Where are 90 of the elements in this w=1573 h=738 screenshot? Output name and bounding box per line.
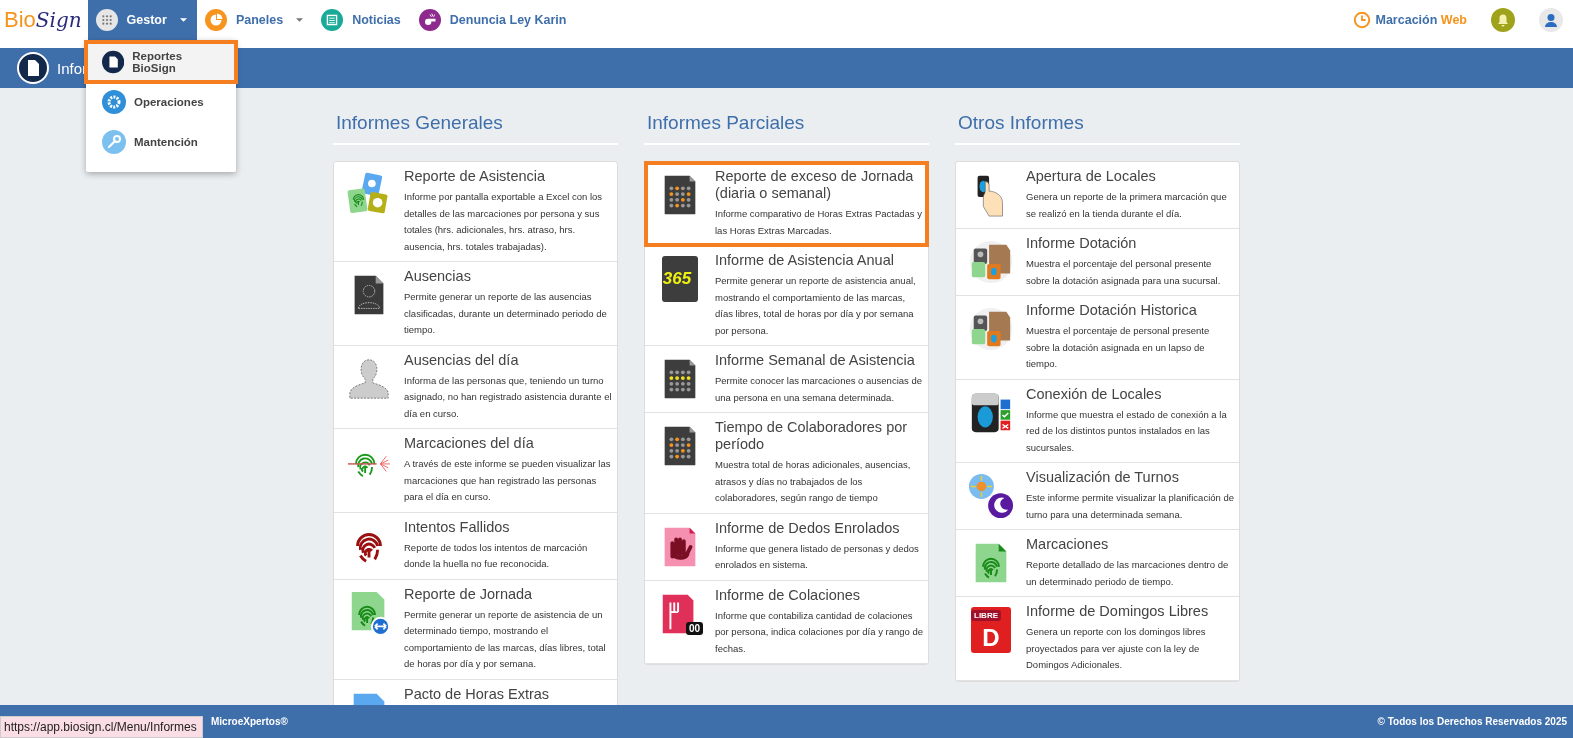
gear-icon — [102, 90, 126, 114]
report-title: Reporte de Jornada — [404, 585, 534, 603]
document-icon — [102, 50, 125, 74]
report-item[interactable]: Informe de Dedos Enrolados Informe que genera listado de personas y dedos enrolados en sistema. — [645, 513, 928, 581]
report-title: Ausencias — [404, 268, 472, 285]
report-title: Intentos Fallidos — [404, 518, 511, 536]
nav-item[interactable]: Noticias — [313, 0, 411, 40]
document-icon — [17, 52, 49, 84]
menu-item[interactable]: Reportes BioSign — [86, 42, 236, 82]
report-title: Tiempo de Colaboradores por período — [715, 419, 909, 453]
report-title: Informe de Dedos Enrolados — [715, 519, 901, 537]
report-item[interactable]: Ausencias del día Informa de las personas que, teniendo un turno asignado, no han registrado asistencia durante el día en curso. — [334, 345, 617, 429]
biosign-logo[interactable]: BioSign — [0, 0, 88, 40]
report-item[interactable]: Marcaciones Reporte detallado de las marcaciones dentro de un determinado periodo de tiempo. — [956, 530, 1239, 597]
report-item[interactable]: Ausencias Permite generar un reporte de las ausencias clasificadas, durante un determinado periodo de tiempo. — [334, 262, 617, 346]
report-description: Muestra total de horas adicionales, ausencias, atrasos y días no trabajados de los colaboradores, según rango de tiempo — [715, 458, 912, 505]
report-item[interactable]: Intentos Fallidos Reporte de todos los intentos de marcación donde la huella no fue reconocida. — [334, 512, 617, 580]
marcacion-web-link[interactable]: Marcación Web — [1352, 0, 1467, 40]
report-title: Marcaciones — [1026, 536, 1110, 553]
user-avatar-icon[interactable] — [1539, 8, 1563, 32]
report-item[interactable]: Tiempo de Colaboradores por período Muestra total de horas adicionales, ausencias, atrasos y días no trabajados de los colaboradores, según rango de tiempo — [645, 413, 928, 514]
wrench-icon — [102, 130, 126, 154]
nav-item[interactable]: Gestor — [87, 0, 197, 40]
report-description: Genera un reporte con los domingos libres proyectados para ver ajuste con la ley de Domingos Adicionales. — [1026, 625, 1207, 672]
report-item[interactable]: Conexión de Locales Informe que muestra el estado de conexión a la red de los distintos puntos instalados en las sucursales. — [956, 379, 1239, 463]
report-description: Informe que contabiliza cantidad de colaciones por persona, indica colaciones por día y rango de fechas. — [715, 608, 924, 656]
report-title: Informe Dotación — [1026, 235, 1138, 252]
report-description: Permite generar un reporte de las ausencias clasificadas, durante un determinado periodo de tiempo. — [404, 290, 608, 337]
report-title: Visualización de Turnos — [1026, 469, 1180, 486]
sun-moon-icon — [968, 473, 1014, 519]
report-title: Apertura de Locales — [1026, 168, 1157, 185]
page-title: Infor — [57, 59, 87, 77]
report-title: Ausencias del día — [404, 351, 520, 369]
report-title: Conexión de Locales — [1026, 385, 1163, 403]
report-title: Informe de Asistencia Anual — [715, 252, 895, 269]
report-description: Informe que muestra el estado de conexión a la red de los distintos puntos instalados en las sucursales. — [1026, 407, 1228, 455]
boxes-icon — [968, 306, 1014, 352]
report-item[interactable]: Informe Semanal de Asistencia Permite conocer las marcaciones o ausencias de una persona en una semana determinada. — [645, 346, 928, 413]
footer-copyright: © Todos los Derechos Reservados 2025 — [1377, 716, 1567, 727]
report-title: Informe Semanal de Asistencia — [715, 352, 916, 369]
report-title: Informe Dotación Historica — [1026, 302, 1198, 319]
report-title: Informe de Colaciones — [715, 586, 862, 604]
report-description: Reporte de todos los intentos de marcación donde la huella no fue reconocida. — [404, 540, 589, 571]
report-description: Informa de las personas que, teniendo un turno asignado, no han registrado asistencia durante el día en curso. — [404, 373, 613, 421]
section-heading: Otros Informes — [955, 110, 1240, 145]
report-description: Permite generar un reporte de asistencia anual, mostrando el comportamiento de las marcas, días libres, total de horas por día y por semana por persona. — [715, 274, 917, 338]
calendar-document-icon: LIBRE D — [971, 607, 1011, 653]
report-title: Marcaciones del día — [404, 435, 535, 452]
report-item[interactable]: 00 Informe de Colaciones Informe que contabiliza cantidad de colaciones por persona, indica colaciones por día y rango de fechas. — [645, 580, 928, 664]
report-description: Informe comparativo de Horas Extras Pactadas y las Horas Extras Marcadas. — [715, 207, 923, 238]
menu-item[interactable]: Operaciones — [86, 82, 236, 122]
report-description: Informe que genera listado de personas y dedos enrolados en sistema. — [715, 541, 920, 572]
report-item[interactable]: Reporte de Jornada Permite generar un reporte de asistencia de un determinado tiempo, mostrando el comportamiento de las marcas, días libres, total de horas por día y por semana. — [334, 579, 617, 680]
report-item[interactable]: Apertura de Locales Genera un reporte de la primera marcación que se realizó en la tienda durante el día. — [956, 162, 1239, 229]
report-item[interactable]: Visualización de Turnos Este informe permite visualizar la planificación de turno para una determinada semana. — [956, 463, 1239, 530]
calendar-document-icon: 365 — [662, 256, 698, 302]
nav-item[interactable]: Denuncia Ley Karin — [410, 0, 577, 40]
report-title: Pacto de Horas Extras — [404, 685, 551, 703]
report-description: Informe por pantalla exportable a Excel con los detalles de las marcaciones por persona y sus totales (hrs. adicionales, hrs. atraso, hrs. ausencia, hrs. totales trabajadas). — [404, 190, 604, 254]
section-heading: Informes Parciales — [644, 110, 929, 145]
menu-item[interactable]: Mantención — [86, 122, 236, 162]
report-item[interactable]: Reporte de exceso de Jornada (diaria o semanal) Informe comparativo de Horas Extras Pactadas y las Horas Extras Marcadas. — [645, 162, 928, 246]
report-description: A través de este informe se pueden visualizar las marcaciones que han registrado las personas para el día en curso. — [404, 457, 612, 504]
report-description: Genera un reporte de la primera marcación que se realizó en la tienda durante el día. — [1026, 190, 1228, 221]
report-item[interactable]: 365 Informe de Asistencia Anual Permite generar un reporte de asistencia anual, mostrando el comportamiento de las marcas, días libres, total de horas por día y por semana por persona. — [645, 246, 928, 346]
clock-icon — [1352, 11, 1371, 29]
grid-icon — [95, 9, 118, 31]
report-item[interactable]: Informe Dotación Historica Muestra el porcentaje de personal presente sobre la dotación asignada en un lapso de tiempo. — [956, 296, 1239, 380]
report-item[interactable]: Marcaciones del día A través de este informe se pueden visualizar las marcaciones que han registrado las personas para el día en curso. — [334, 429, 617, 513]
pie-chart-icon — [204, 9, 227, 31]
report-title: Reporte de exceso de Jornada (diaria o semanal) — [715, 168, 915, 202]
report-item[interactable]: Reporte de Asistencia Informe por pantalla exportable a Excel con los detalles de las marcaciones por persona y sus totales (hrs. adicionales, hrs. atraso, hrs. ausencia, hrs. totales trabajadas). — [334, 162, 617, 262]
report-description: Este informe permite visualizar la planificación de turno para una determinada semana. — [1026, 491, 1235, 522]
report-item[interactable]: LIBRE D Informe de Domingos Libres Genera un reporte con los domingos libres proyectados para ver ajuste con la ley de Domingos Adicionales. — [956, 597, 1239, 681]
report-title: Reporte de Asistencia — [404, 168, 547, 185]
report-description: Permite conocer las marcaciones o ausencias de una persona en una semana determinada. — [715, 374, 923, 405]
report-description: Reporte detallado de las marcaciones dentro de un determinado periodo de tiempo. — [1026, 558, 1230, 589]
section-heading: Informes Generales — [333, 110, 618, 145]
report-description: Muestra el porcentaje del personal presente sobre la dotación asignada para una sucursal. — [1026, 257, 1222, 288]
newspaper-icon — [321, 9, 344, 31]
footer-credit: MicroeXpertos® — [211, 716, 288, 727]
bell-icon[interactable] — [1491, 8, 1515, 32]
report-description: Permite generar un reporte de asistencia de un determinado tiempo, mostrando el comportamiento de las marcas, días libres, total de horas por día y por semana. — [404, 607, 607, 671]
boxes-icon — [968, 239, 1014, 285]
status-url-tooltip: https://app.biosign.cl/Menu/Informes — [0, 716, 203, 738]
whistle-icon — [418, 9, 441, 31]
report-description: Muestra el porcentaje de personal presente sobre la dotación asignada en un lapso de tiempo. — [1026, 324, 1211, 371]
report-title: Informe de Domingos Libres — [1026, 603, 1210, 620]
report-item[interactable]: Informe Dotación Muestra el porcentaje del personal presente sobre la dotación asignada para una sucursal. — [956, 229, 1239, 296]
nav-item[interactable]: Paneles — [196, 0, 314, 40]
